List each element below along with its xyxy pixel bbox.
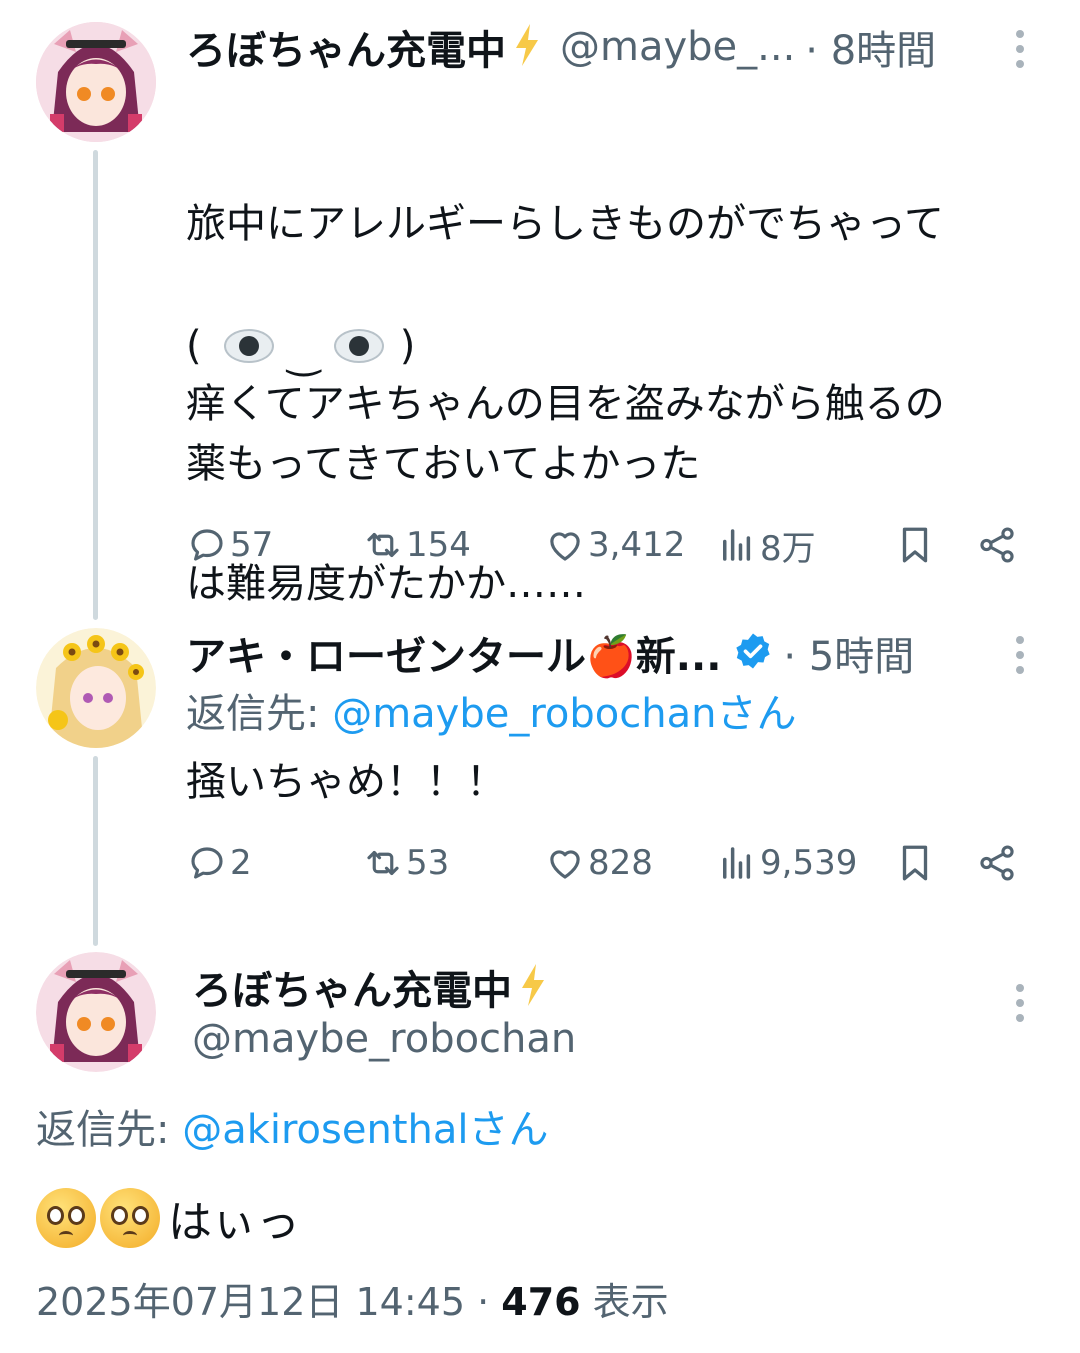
reply-count: 2 [230,843,252,883]
verified-badge-icon [733,631,773,675]
handle[interactable]: @maybe_... [560,24,795,70]
reply-to: 返信先: @akirosenthalさん [36,1102,549,1158]
share-icon [980,845,1014,881]
lightning-icon [520,964,546,1010]
view-label: 表示 [580,1280,669,1324]
avatar-aki[interactable] [36,628,156,748]
display-name[interactable]: ろぼちゃん充電中 [192,958,512,1016]
kaomoji: ( ‿ ) [186,316,416,377]
view-count: 9,539 [760,843,858,883]
tweet-1-header: ろぼちゃん充電中 @maybe_... · 8時間 [186,22,936,74]
retweet-button[interactable]: 53 [362,838,449,888]
reply-button[interactable]: 2 [186,838,252,888]
avatar-robochan[interactable] [36,952,156,1072]
reply-icon [191,529,223,561]
main-name-row: ろぼちゃん充電中 [192,962,546,1014]
display-name[interactable]: アキ・ローゼンタール🍎新... [186,624,721,682]
tweet-2-header: アキ・ローゼンタール🍎新... · 5時間 [186,628,914,680]
views-icon [723,847,751,879]
thread-line [93,756,98,946]
tweet-2-actions: 2 53 828 9,539 [186,838,1026,888]
timestamp[interactable]: · 8時間 [805,18,936,76]
lightning-icon [514,24,540,70]
retweet-button[interactable]: 154 [362,520,471,570]
like-count: 828 [588,843,653,883]
retweet-icon [367,850,399,876]
share-button[interactable] [976,520,1020,570]
reply-count: 57 [230,525,274,565]
reply-icon [191,847,223,879]
kaomoji-paren-left: ( [186,323,202,369]
retweet-count: 53 [406,843,450,883]
share-icon [980,527,1014,563]
like-button[interactable]: 3,412 [544,520,685,570]
reply-to-prefix: 返信先: [36,1107,183,1153]
eye-emoji-icon [223,329,274,363]
kaomoji-paren-right: ) [399,323,416,369]
main-text: はぃっ [36,1186,300,1250]
view-count: 476 [501,1280,581,1324]
like-icon [550,532,580,561]
reply-to-handle[interactable]: @maybe_robochanさん [332,691,796,737]
views-button[interactable]: 9,539 [716,838,857,888]
bookmark-button[interactable] [894,838,938,888]
share-button[interactable] [976,838,1020,888]
bookmark-icon [902,527,928,563]
avatar-robochan[interactable] [36,22,156,142]
bookmark-icon [902,845,928,881]
more-icon[interactable] [1010,980,1030,1024]
kaomoji-mouth: ‿ [287,331,320,377]
bookmark-button[interactable] [894,520,938,570]
like-icon [550,850,580,879]
like-button[interactable]: 828 [544,838,653,888]
tweet-1-actions: 57 154 3,412 8万 [186,520,1026,570]
timestamp[interactable]: · 5時間 [783,624,914,682]
more-icon[interactable] [1010,26,1030,70]
views-button[interactable]: 8万 [716,520,816,570]
reply-button[interactable]: 57 [186,520,273,570]
tweet-2-text: 掻いちゃめ！！！ [186,759,506,805]
more-icon[interactable] [1010,632,1030,676]
reply-to-prefix: 返信先: [186,691,333,737]
main-text-body: はぃっ [168,1197,300,1248]
reply-to: 返信先: @maybe_robochanさん [186,686,796,742]
view-count: 8万 [760,528,816,569]
main-meta: 2025年07月12日 14:45 · 476 表示 [36,1276,669,1328]
reply-to-handle[interactable]: @akirosenthalさん [182,1107,548,1153]
handle[interactable]: @maybe_robochan [192,1014,576,1064]
retweet-icon [367,532,399,558]
retweet-count: 154 [406,525,471,565]
eye-emoji-icon [333,329,384,363]
text-line: 旅中にアレルギーらしきものがでちゃって [186,201,944,247]
text-line: 痒くてアキちゃんの目を盗みながら触るの [186,381,945,427]
pleading-face-icon [36,1188,96,1248]
views-icon [723,529,751,561]
thread-line [93,150,98,620]
pleading-face-icon [100,1188,160,1248]
full-timestamp[interactable]: 2025年07月12日 14:45 · [36,1280,501,1324]
display-name[interactable]: ろぼちゃん充電中 [186,18,506,76]
like-count: 3,412 [588,525,686,565]
tweet-1-last-line: 薬もってきておいてよかった [186,441,701,487]
